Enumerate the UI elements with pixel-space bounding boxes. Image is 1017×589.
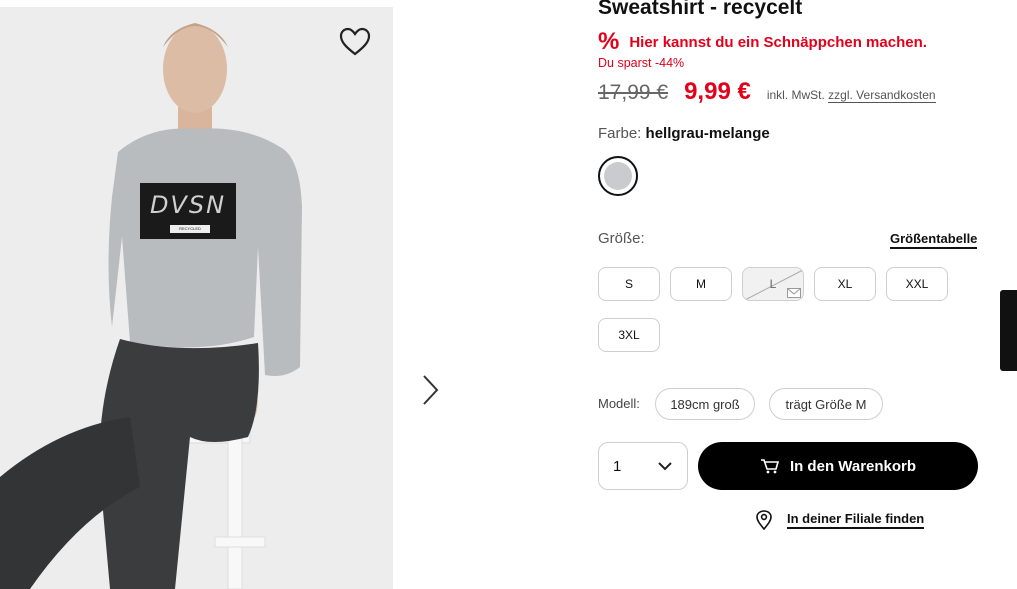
price-row: 17,99 € 9,99 € inkl. MwSt. zzgl. Versand…	[598, 78, 936, 106]
swatch-color	[604, 162, 632, 190]
chevron-down-icon	[658, 462, 672, 471]
size-option-xl[interactable]: XL	[814, 267, 876, 301]
savings-text: Du sparst -44%	[598, 56, 685, 70]
quantity-select[interactable]: 1	[598, 442, 688, 490]
print-text: DVSN	[149, 191, 227, 219]
find-in-store[interactable]: In deiner Filiale finden	[755, 510, 925, 530]
size-option-3xl[interactable]: 3XL	[598, 318, 660, 352]
size-option-label: XXL	[905, 277, 929, 291]
vat-text: inkl. MwSt.	[766, 88, 825, 102]
wishlist-button[interactable]	[338, 26, 372, 58]
vat-info: inkl. MwSt. zzgl. Versandkosten	[766, 88, 936, 103]
color-label: Farbe:	[598, 125, 642, 142]
new-price: 9,99 €	[684, 78, 751, 105]
model-photo	[0, 7, 393, 589]
quantity-value: 1	[613, 457, 622, 475]
model-height-pill: 189cm groß	[655, 388, 755, 420]
model-label: Modell:	[598, 396, 640, 411]
add-to-cart-button[interactable]: In den Warenkorb	[698, 442, 978, 490]
size-label: Größe:	[598, 230, 645, 247]
percent-icon: %	[598, 28, 620, 55]
side-feedback-tab[interactable]	[1000, 290, 1017, 371]
product-image[interactable]: DVSN RECYCLED	[0, 7, 393, 589]
deal-text: Hier kannst du ein Schnäppchen machen.	[629, 33, 927, 51]
find-in-store-link[interactable]: In deiner Filiale finden	[787, 511, 925, 529]
model-size-pill: trägt Größe M	[769, 388, 883, 420]
size-option-label: M	[696, 277, 706, 291]
next-image-button[interactable]	[418, 372, 442, 408]
chevron-right-icon	[423, 375, 439, 405]
add-to-cart-label: In den Warenkorb	[789, 457, 917, 475]
deal-banner: % Hier kannst du ein Schnäppchen machen.	[598, 28, 927, 55]
shipping-costs-link[interactable]: zzgl. Versandkosten	[828, 88, 936, 103]
size-option-l-unavailable[interactable]: L	[742, 267, 804, 301]
print-subtext: RECYCLED	[170, 225, 210, 233]
color-value: hellgrau-melange	[645, 125, 770, 142]
mail-icon	[787, 288, 801, 298]
size-option-label: L	[769, 277, 777, 291]
color-swatch-selected[interactable]	[598, 156, 638, 196]
size-chart-link[interactable]: Größentabelle	[890, 231, 978, 249]
size-option-xxl[interactable]: XXL	[886, 267, 948, 301]
location-pin-icon	[756, 510, 772, 530]
product-title: Sweatshirt - recycelt	[598, 0, 803, 19]
cart-icon	[760, 459, 779, 474]
size-option-s[interactable]: S	[598, 267, 660, 301]
size-option-label: 3XL	[618, 328, 640, 342]
old-price: 17,99 €	[598, 81, 669, 104]
heart-icon	[339, 27, 371, 56]
size-option-label: XL	[837, 277, 853, 291]
size-option-label: S	[624, 277, 633, 291]
size-option-m[interactable]: M	[670, 267, 732, 301]
color-selection: Farbe: hellgrau-melange	[598, 125, 770, 142]
